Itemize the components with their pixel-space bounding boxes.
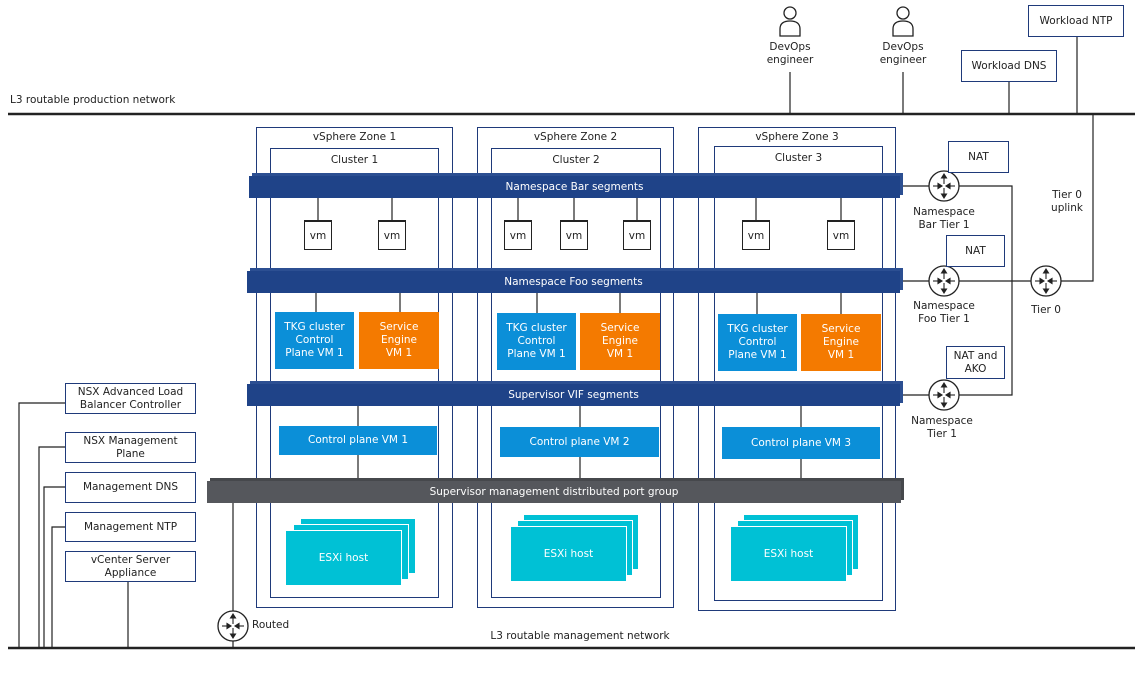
management-network-label: L3 routable management network (490, 630, 670, 642)
vm-box: vm (560, 220, 588, 250)
namespace-foo-tier1-label: Namespace Foo Tier 1 (913, 300, 975, 325)
tier0-uplink-label: Tier 0 uplink (1051, 189, 1083, 214)
workload-ntp-box: Workload NTP (1028, 5, 1124, 37)
namespace-foo-segments: Namespace Foo segments (247, 271, 900, 293)
vm-box: vm (304, 220, 332, 250)
alb-link (18, 402, 65, 648)
tkg-control-plane-vm: TKG cluster Control Plane VM 1 (275, 312, 354, 369)
control-plane-vm-2: Control plane VM 2 (500, 427, 659, 457)
vm-box: vm (623, 220, 651, 250)
nat-ako-box: NAT and AKO (946, 346, 1005, 379)
production-network-label: L3 routable production network (10, 94, 176, 106)
esxi-host: ESXi host (510, 526, 627, 582)
zone-label: vSphere Zone 2 (533, 131, 618, 143)
vm-box: vm (742, 220, 770, 250)
control-plane-vm-1: Control plane VM 1 (279, 426, 437, 455)
management-ntp-box: Management NTP (65, 512, 196, 542)
tkg-control-plane-vm: TKG cluster Control Plane VM 1 (718, 314, 797, 371)
namespace-bar-segments: Namespace Bar segments (249, 176, 900, 198)
esxi-host: ESXi host (730, 526, 847, 582)
mgmt-ntp-link (51, 526, 65, 648)
zone-label: vSphere Zone 1 (312, 131, 397, 143)
vm-box: vm (827, 220, 855, 250)
tier0-label: Tier 0 (1031, 304, 1061, 316)
mgmt-dns-link (43, 486, 65, 648)
cluster-label: Cluster 3 (774, 152, 823, 164)
person-icon (889, 5, 917, 37)
control-plane-vm-3: Control plane VM 3 (722, 427, 880, 459)
service-engine-vm: Service Engine VM 1 (801, 314, 881, 371)
nsx-alb-controller-box: NSX Advanced Load Balancer Controller (65, 383, 196, 414)
esxi-host: ESXi host (285, 530, 402, 586)
vm-box: vm (504, 220, 532, 250)
cluster-label: Cluster 2 (552, 154, 600, 166)
vcenter-server-appliance-box: vCenter Server Appliance (65, 551, 196, 582)
nsx-management-plane-box: NSX Management Plane (65, 432, 196, 463)
routed-label: Routed (252, 619, 290, 631)
service-engine-vm: Service Engine VM 1 (359, 312, 439, 369)
service-engine-vm: Service Engine VM 1 (580, 313, 660, 370)
namespace-bar-tier1-label: Namespace Bar Tier 1 (913, 206, 975, 231)
nat-box-bar: NAT (948, 141, 1009, 173)
workload-dns-box: Workload DNS (961, 50, 1057, 82)
nat-box-foo: NAT (946, 235, 1005, 267)
tkg-control-plane-vm: TKG cluster Control Plane VM 1 (497, 313, 576, 370)
cluster-label: Cluster 1 (330, 154, 379, 166)
vm-box: vm (378, 220, 406, 250)
devops-engineer-label: DevOps engineer (879, 41, 927, 66)
supervisor-vif-segments: Supervisor VIF segments (247, 384, 900, 406)
person-icon (776, 5, 804, 37)
management-dns-box: Management DNS (65, 472, 196, 503)
zone-label: vSphere Zone 3 (755, 131, 839, 143)
supervisor-management-port-group: Supervisor management distributed port g… (207, 481, 901, 503)
namespace-tier1-label: Namespace Tier 1 (911, 415, 973, 440)
devops-engineer-label: DevOps engineer (766, 41, 814, 66)
